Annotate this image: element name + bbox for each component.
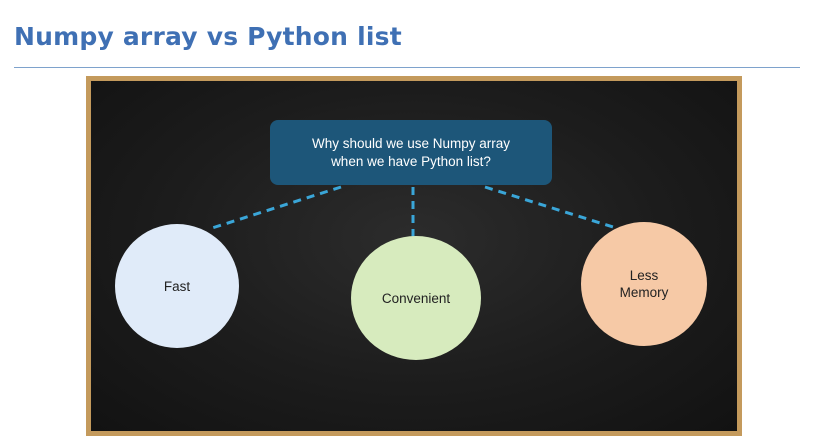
- slide-title: Numpy array vs Python list: [14, 22, 402, 51]
- chalkboard: Why should we use Numpy array when we ha…: [86, 76, 742, 436]
- node-less-memory: Less Memory: [581, 222, 707, 346]
- node-convenient: Convenient: [351, 236, 481, 360]
- node-fast: Fast: [115, 224, 239, 348]
- question-box: Why should we use Numpy array when we ha…: [270, 120, 552, 185]
- slide: Numpy array vs Python list Why should we…: [0, 0, 829, 442]
- connector-to-fast: [208, 185, 342, 231]
- connector-to-less-memory: [484, 185, 614, 229]
- title-divider: [14, 67, 800, 68]
